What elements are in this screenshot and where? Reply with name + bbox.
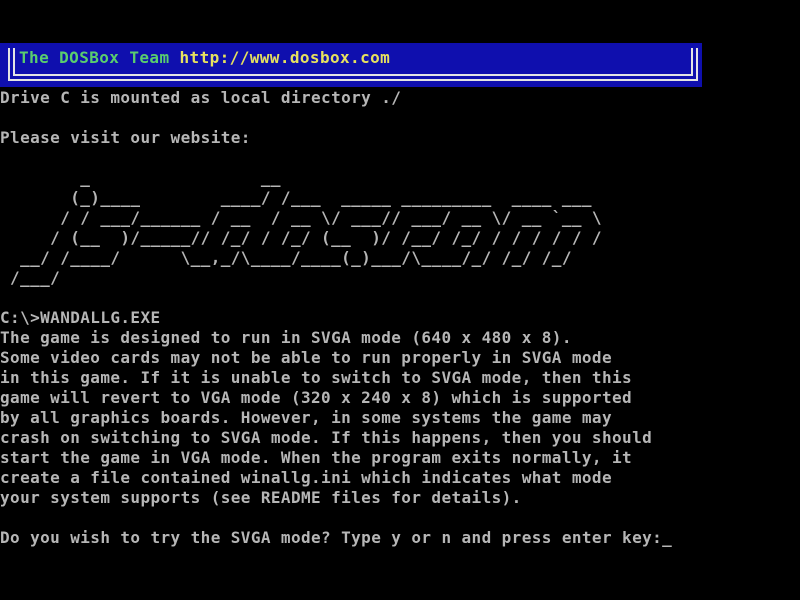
website-invite-line: Please visit our website:	[0, 128, 251, 148]
text-cursor[interactable]: _	[662, 528, 672, 547]
dosbox-intro-banner: The DOSBox Team http://www.dosbox.com	[0, 43, 702, 87]
jsdos-ascii-logo: _ __ (_)____ ____/ /___ _____ _________ …	[0, 168, 602, 288]
svga-question-text: Do you wish to try the SVGA mode? Type y…	[0, 528, 662, 547]
game-mode-info-text: The game is designed to run in SVGA mode…	[0, 328, 652, 508]
dosbox-team-label: The DOSBox Team	[19, 48, 170, 67]
intro-banner-text: The DOSBox Team http://www.dosbox.com	[19, 48, 390, 68]
drive-mount-status-line: Drive C is mounted as local directory ./	[0, 88, 401, 108]
dosbox-terminal-screen[interactable]: The DOSBox Team http://www.dosbox.com Dri…	[0, 0, 800, 600]
dosbox-url-text: http://www.dosbox.com	[180, 48, 391, 67]
command-prompt-line: C:\>WANDALLG.EXE	[0, 308, 161, 328]
svga-question-line: Do you wish to try the SVGA mode? Type y…	[0, 528, 672, 548]
